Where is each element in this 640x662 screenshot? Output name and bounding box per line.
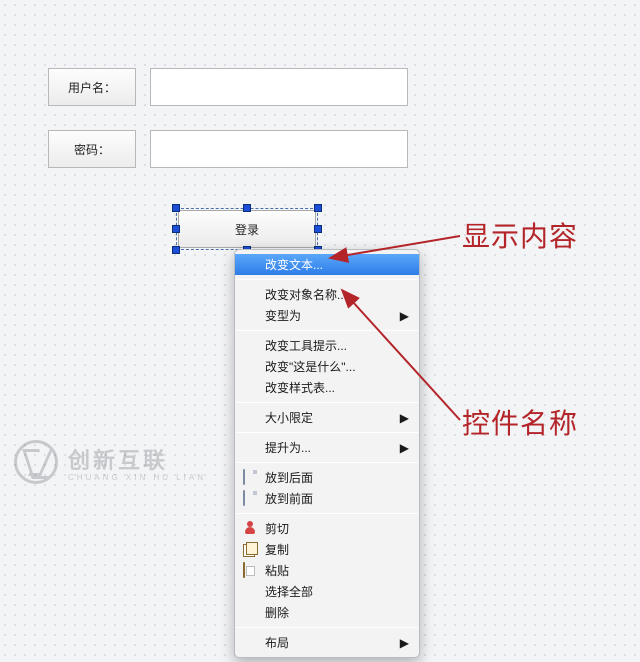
menu-select-all[interactable]: 选择全部 <box>235 581 419 602</box>
menu-item-label: 选择全部 <box>265 583 313 600</box>
resize-handle-tm[interactable] <box>243 204 251 212</box>
username-row: 用户名： <box>48 68 408 106</box>
resize-handle-tr[interactable] <box>314 204 322 212</box>
menu-separator <box>236 513 418 514</box>
menu-cut[interactable]: 剪切 <box>235 518 419 539</box>
menu-change-object-name[interactable]: 改变对象名称... <box>235 284 419 305</box>
menu-item-label: 放到前面 <box>265 490 313 507</box>
watermark: 创新互联 CHUANG XIN HU LIAN <box>14 440 206 484</box>
password-label: 密码： <box>48 130 136 168</box>
submenu-arrow-icon: ▶ <box>400 441 409 455</box>
menu-item-label: 改变工具提示... <box>265 337 347 354</box>
menu-change-tooltip[interactable]: 改变工具提示... <box>235 335 419 356</box>
resize-handle-bl[interactable] <box>172 246 180 254</box>
watermark-cn: 创新互联 <box>68 443 206 475</box>
menu-item-label: 粘贴 <box>265 562 289 579</box>
menu-promote-to[interactable]: 提升为... ▶ <box>235 437 419 458</box>
menu-item-label: 放到后面 <box>265 469 313 486</box>
page-back-icon <box>243 470 257 484</box>
password-row: 密码： <box>48 130 408 168</box>
menu-item-label: 复制 <box>265 541 289 558</box>
menu-bring-to-front[interactable]: 放到前面 <box>235 488 419 509</box>
menu-item-label: 改变文本... <box>265 256 323 273</box>
menu-item-label: 改变"这是什么"... <box>265 358 356 375</box>
resize-handle-mr[interactable] <box>314 225 322 233</box>
menu-separator <box>236 279 418 280</box>
resize-handle-ml[interactable] <box>172 225 180 233</box>
menu-copy[interactable]: 复制 <box>235 539 419 560</box>
menu-item-label: 删除 <box>265 604 289 621</box>
menu-item-label: 布局 <box>265 634 289 651</box>
watermark-en: CHUANG XIN HU LIAN <box>68 473 206 482</box>
menu-layout[interactable]: 布局 ▶ <box>235 632 419 653</box>
menu-item-label: 大小限定 <box>265 409 313 426</box>
menu-separator <box>236 402 418 403</box>
paste-icon <box>243 563 257 577</box>
login-button[interactable]: 登录 <box>178 210 316 248</box>
password-input[interactable] <box>150 130 408 168</box>
menu-item-label: 提升为... <box>265 439 311 456</box>
annotation-display-content: 显示内容 <box>462 215 578 255</box>
submenu-arrow-icon: ▶ <box>400 411 409 425</box>
annotation-widget-name: 控件名称 <box>462 402 578 442</box>
page-front-icon <box>243 491 257 505</box>
menu-transform-to[interactable]: 变型为 ▶ <box>235 305 419 326</box>
menu-item-label: 改变样式表... <box>265 379 335 396</box>
menu-separator <box>236 627 418 628</box>
login-button-selection: 登录 <box>178 210 316 248</box>
submenu-arrow-icon: ▶ <box>400 636 409 650</box>
menu-size-constraints[interactable]: 大小限定 ▶ <box>235 407 419 428</box>
menu-send-to-back[interactable]: 放到后面 <box>235 467 419 488</box>
username-input[interactable] <box>150 68 408 106</box>
menu-change-stylesheet[interactable]: 改变样式表... <box>235 377 419 398</box>
cut-icon <box>243 521 257 535</box>
username-label: 用户名： <box>48 68 136 106</box>
menu-separator <box>236 462 418 463</box>
menu-item-label: 改变对象名称... <box>265 286 347 303</box>
menu-paste[interactable]: 粘贴 <box>235 560 419 581</box>
resize-handle-tl[interactable] <box>172 204 180 212</box>
menu-change-text[interactable]: 改变文本... <box>235 254 419 275</box>
context-menu: 改变文本... 改变对象名称... 变型为 ▶ 改变工具提示... 改变"这是什么… <box>234 249 420 658</box>
menu-item-label: 剪切 <box>265 520 289 537</box>
copy-icon <box>243 542 257 556</box>
watermark-logo-icon <box>14 440 58 484</box>
watermark-text: 创新互联 CHUANG XIN HU LIAN <box>68 443 206 482</box>
menu-item-label: 变型为 <box>265 307 301 324</box>
menu-separator <box>236 330 418 331</box>
submenu-arrow-icon: ▶ <box>400 309 409 323</box>
menu-change-whatsthis[interactable]: 改变"这是什么"... <box>235 356 419 377</box>
menu-separator <box>236 432 418 433</box>
menu-delete[interactable]: 删除 <box>235 602 419 623</box>
